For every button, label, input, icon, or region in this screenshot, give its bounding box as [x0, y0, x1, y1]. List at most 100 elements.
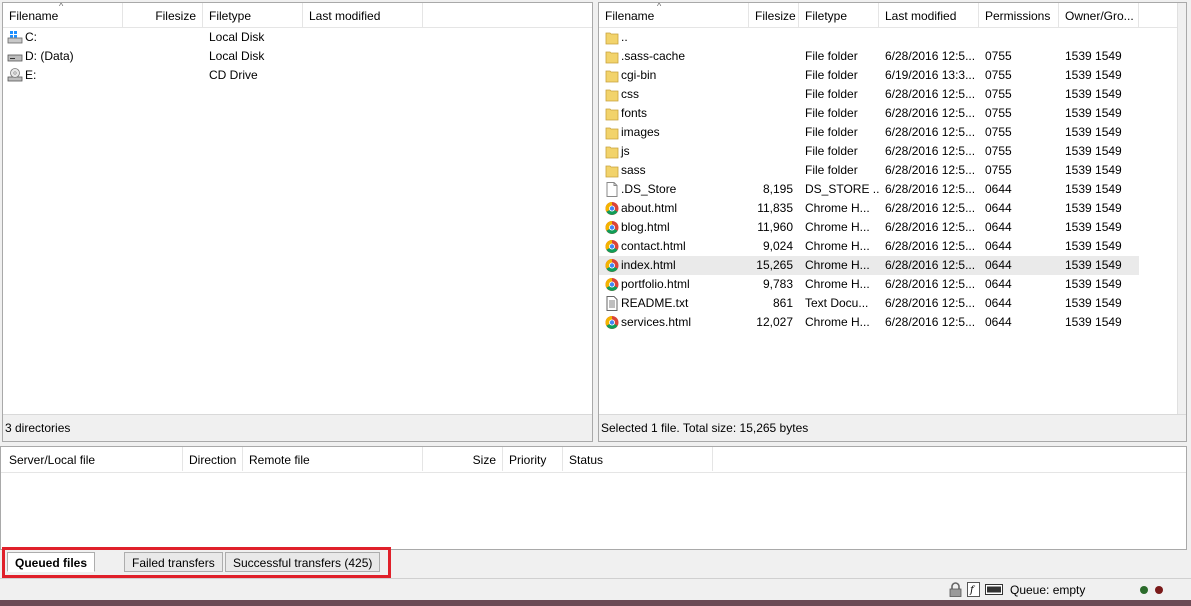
table-row[interactable]: contact.html 9,024 Chrome H... 6/28/2016 12… [599, 237, 1139, 256]
owner-group: 1539 1549 [1065, 258, 1122, 272]
filename: portfolio.html [621, 277, 690, 291]
owner-group: 1539 1549 [1065, 125, 1122, 139]
owner-group: 1539 1549 [1065, 277, 1122, 291]
filename: services.html [621, 315, 692, 329]
table-row[interactable]: images File folder 6/28/2016 12:5... 0755 15… [599, 123, 1139, 142]
owner-group: 1539 1549 [1065, 296, 1122, 310]
filesize [749, 161, 799, 180]
local-col-filename[interactable]: ^ Filename [3, 3, 123, 27]
lock-icon[interactable] [949, 582, 962, 597]
desktop-background-strip [0, 600, 1191, 606]
filetype: CD Drive [209, 68, 258, 82]
sort-ascending-icon: ^ [59, 3, 64, 11]
filename: .sass-cache [621, 49, 686, 63]
filetype: Chrome H... [805, 201, 870, 215]
permissions: 0755 [985, 68, 1012, 82]
filetype [799, 28, 879, 47]
queue-col-size[interactable]: Size [423, 447, 503, 471]
owner-group: 1539 1549 [1065, 163, 1122, 177]
queue-col-direction[interactable]: Direction [183, 447, 243, 471]
remote-col-owner-group[interactable]: Owner/Gro... [1059, 3, 1139, 27]
table-row[interactable]: portfolio.html 9,783 Chrome H... 6/28/2016 … [599, 275, 1139, 294]
table-row[interactable]: blog.html 11,960 Chrome H... 6/28/2016 12:5… [599, 218, 1139, 237]
queue-col-priority[interactable]: Priority [503, 447, 563, 471]
last-modified: 6/28/2016 12:5... [885, 163, 976, 177]
permissions: 0755 [985, 163, 1012, 177]
filename: js [621, 144, 630, 158]
last-modified [303, 47, 423, 66]
remote-scrollbar[interactable] [1177, 3, 1186, 415]
filetype: File folder [805, 144, 858, 158]
filetype: Chrome H... [805, 239, 870, 253]
owner-group: 1539 1549 [1065, 239, 1122, 253]
table-row-selected[interactable]: index.html 15,265 Chrome H... 6/28/2016 12:… [599, 256, 1139, 275]
permissions: 0644 [985, 201, 1012, 215]
transfer-queue-list[interactable]: Server/Local file Direction Remote file … [0, 446, 1187, 550]
list-item[interactable]: D: (Data) Local Disk [3, 47, 592, 66]
local-col-filetype[interactable]: Filetype [203, 3, 303, 27]
filetype: Text Docu... [805, 296, 869, 310]
last-modified: 6/19/2016 13:3... [885, 68, 976, 82]
permissions: 0644 [985, 220, 1012, 234]
filename: .DS_Store [621, 182, 677, 196]
table-row[interactable]: .sass-cache File folder 6/28/2016 12:5... 0… [599, 47, 1139, 66]
filetype: Chrome H... [805, 220, 870, 234]
owner-group: 1539 1549 [1065, 144, 1122, 158]
last-modified [303, 28, 423, 47]
last-modified [303, 66, 423, 85]
table-row[interactable]: services.html 12,027 Chrome H... 6/28/2016 … [599, 313, 1139, 332]
table-row[interactable]: README.txt 861 Text Docu... 6/28/2016 12:5.… [599, 294, 1139, 313]
last-modified: 6/28/2016 12:5... [885, 125, 976, 139]
queue-col-server-local-file[interactable]: Server/Local file [3, 447, 183, 471]
filetype: Chrome H... [805, 277, 870, 291]
binary-mode-icon[interactable] [985, 584, 1003, 595]
table-row[interactable]: .DS_Store 8,195 DS_STORE ... 6/28/2016 12:5… [599, 180, 1139, 199]
owner-group [1059, 28, 1139, 47]
filetype: File folder [805, 87, 858, 101]
filesize [749, 66, 799, 85]
last-modified: 6/28/2016 12:5... [885, 258, 976, 272]
filter-icon[interactable]: f [967, 582, 980, 597]
filesize [749, 47, 799, 66]
table-row[interactable]: js File folder 6/28/2016 12:5... 0755 1539 1… [599, 142, 1139, 161]
owner-group: 1539 1549 [1065, 201, 1122, 215]
filetype: File folder [805, 49, 858, 63]
sort-ascending-icon: ^ [657, 3, 662, 11]
filename: contact.html [621, 239, 686, 253]
remote-col-permissions[interactable]: Permissions [979, 3, 1059, 27]
local-file-list[interactable]: ^ Filename Filesize Filetype Last modifi… [2, 2, 593, 442]
table-row[interactable]: fonts File folder 6/28/2016 12:5... 0755 153… [599, 104, 1139, 123]
queue-col-remote-file[interactable]: Remote file [243, 447, 423, 471]
table-row[interactable]: css File folder 6/28/2016 12:5... 0755 1539 … [599, 85, 1139, 104]
remote-col-last-modified[interactable]: Last modified [879, 3, 979, 27]
last-modified [879, 28, 979, 47]
remote-col-filetype[interactable]: Filetype [799, 3, 879, 27]
filename: .. [621, 30, 628, 44]
list-item[interactable]: C: Local Disk [3, 28, 592, 47]
local-col-filesize[interactable]: Filesize [123, 3, 203, 27]
queue-col-status[interactable]: Status [563, 447, 713, 471]
remote-column-header: ^ Filename Filesize Filetype Last modifi… [599, 3, 1186, 28]
filesize [123, 28, 203, 47]
table-row[interactable]: .. [599, 28, 1139, 47]
local-col-last-modified[interactable]: Last modified [303, 3, 423, 27]
connection-led-green-icon [1140, 586, 1148, 594]
table-row[interactable]: cgi-bin File folder 6/19/2016 13:3... 0755 1… [599, 66, 1139, 85]
permissions: 0644 [985, 239, 1012, 253]
filesize: 861 [772, 296, 793, 310]
last-modified: 6/28/2016 12:5... [885, 315, 976, 329]
filetype: Local Disk [209, 30, 265, 44]
remote-col-filesize[interactable]: Filesize [749, 3, 799, 27]
list-item[interactable]: E: CD Drive [3, 66, 592, 85]
filetype: Local Disk [209, 49, 265, 63]
remote-col-filename[interactable]: ^ Filename [599, 3, 749, 27]
table-row[interactable]: sass File folder 6/28/2016 12:5... 0755 1539… [599, 161, 1139, 180]
table-row[interactable]: about.html 11,835 Chrome H... 6/28/2016 12:… [599, 199, 1139, 218]
remote-file-list[interactable]: ^ Filename Filesize Filetype Last modifi… [598, 2, 1187, 442]
permissions: 0644 [985, 277, 1012, 291]
filename: sass [621, 163, 646, 177]
filesize [749, 142, 799, 161]
local-column-header: ^ Filename Filesize Filetype Last modifi… [3, 3, 592, 28]
last-modified: 6/28/2016 12:5... [885, 220, 976, 234]
status-bar: f Queue: empty [0, 578, 1191, 601]
